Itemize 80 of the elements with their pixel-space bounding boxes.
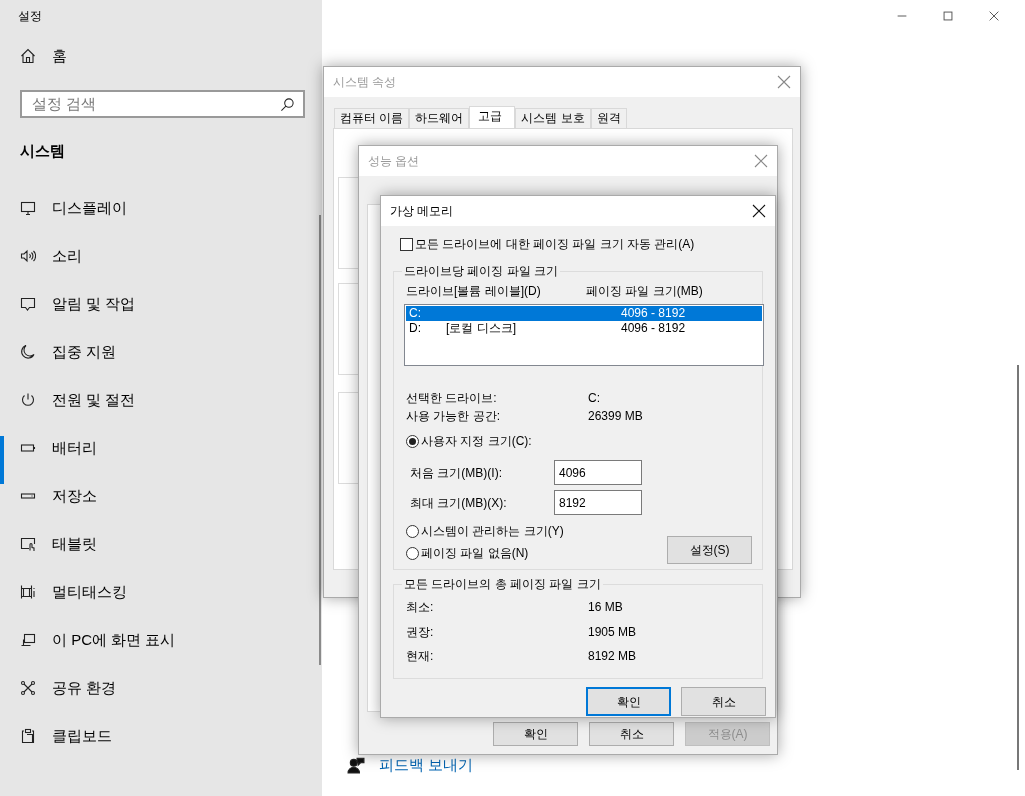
info-value: C: [588,390,600,407]
dialog-title: 성능 옵션 [368,153,420,170]
section-heading: 시스템 [19,140,66,161]
maximize-icon[interactable] [941,9,955,23]
field-label: 최대 크기(MB)(X): [410,494,508,512]
dialog-button[interactable]: 취소 [589,722,674,746]
set-button[interactable]: 설정(S) [667,536,752,564]
search-field[interactable]: 설정 검색 [20,90,305,118]
power-icon [20,392,36,408]
clipboard-icon [20,728,36,744]
drive-row[interactable]: D: [로컬 디스크] 4096 - 8192 [406,321,762,336]
drive-letter: D: [409,321,422,336]
sidebar-item[interactable]: 집중 지원 [0,328,322,376]
dialog-title: 가상 메모리 [390,203,454,220]
sidebar-item[interactable]: 멀티태스킹 [0,568,322,616]
input-field[interactable]: 4096 [554,460,642,485]
radio-label: 사용자 지정 크기(C): [421,433,532,450]
info-label: 사용 가능한 공간: [406,408,501,425]
sidebar-item[interactable]: 소리 [0,232,322,280]
tablet-icon [20,536,36,552]
close-icon[interactable] [751,203,767,219]
paging-size: 4096 - 8192 [621,306,686,321]
dialog-button[interactable]: 확인 [493,722,578,746]
radio-button[interactable] [406,524,419,538]
sidebar-item[interactable]: 공유 환경 [0,664,322,712]
input-field[interactable]: 8192 [554,490,642,515]
tab[interactable]: 원격 [590,108,627,128]
checkbox-label: 모든 드라이브에 대한 페이징 파일 크기 자동 관리(A) [415,236,695,253]
close-icon[interactable] [987,9,1001,23]
group-caption: 드라이브당 페이징 파일 크기 [402,264,560,279]
radio-label: 페이징 파일 없음(N) [421,545,529,562]
sidebar-item[interactable]: 이 PC에 화면 표시 [0,616,322,664]
radio-label: 시스템이 관리하는 크기(Y) [421,523,564,540]
dialog-button[interactable]: 취소 [681,687,766,716]
sidebar-item[interactable]: 디스플레이 [0,184,322,232]
monitor-icon [20,200,36,216]
sidebar-item[interactable]: 전원 및 절전 [0,376,322,424]
field-label: 처음 크기(MB)(I): [410,464,503,482]
info-label: 권장: [406,623,435,641]
share-icon [20,680,36,696]
drive-letter: C: [409,306,422,321]
info-label: 현재: [406,648,435,665]
tab[interactable]: 고급 [469,106,516,128]
tab[interactable]: 하드웨어 [409,108,470,128]
tab[interactable]: 컴퓨터 이름 [334,108,410,128]
search-icon [280,96,295,112]
sidebar-item[interactable]: 저장소 [0,472,322,520]
checkbox[interactable] [400,237,413,251]
person-icon [347,756,365,775]
speaker-icon [20,248,36,264]
group-caption: 모든 드라이브의 총 페이징 파일 크기 [402,577,603,592]
home-item[interactable]: 홈 [0,32,322,80]
drive-row[interactable]: C: 4096 - 8192 [406,306,762,321]
feedback-link[interactable]: 피드백 보내기 [379,754,474,777]
moon-icon [20,344,36,360]
tab[interactable]: 시스템 보호 [515,108,591,128]
info-label: 선택한 드라이브: [406,390,498,407]
info-value: 1905 MB [588,623,637,641]
dialog-button[interactable]: 확인 [586,687,671,716]
info-label: 최소: [406,599,435,616]
speech-bubble-icon [20,296,36,312]
scrollbar[interactable] [319,215,321,665]
info-value: 16 MB [588,599,623,616]
radio-button[interactable] [406,434,419,448]
windows-icon [20,584,36,600]
column-header: 드라이브[볼륨 레이블](D) [406,284,542,298]
sidebar-item[interactable]: 태블릿 [0,520,322,568]
dialog-title: 시스템 속성 [333,74,397,91]
info-value: 8192 MB [588,648,637,665]
radio-button[interactable] [406,546,419,560]
sidebar-item[interactable]: 알림 및 작업 [0,280,322,328]
home-icon [20,48,36,64]
paging-size: 4096 - 8192 [621,321,686,336]
column-header: 페이징 파일 크기(MB) [586,284,703,298]
app-title: 설정 [17,8,43,25]
screen-icon [20,632,36,648]
scrollbar[interactable] [1017,365,1019,770]
info-value: 26399 MB [588,408,643,425]
sidebar-item[interactable]: 클립보드 [0,712,322,760]
volume-label: [로컬 디스크] [446,321,517,336]
